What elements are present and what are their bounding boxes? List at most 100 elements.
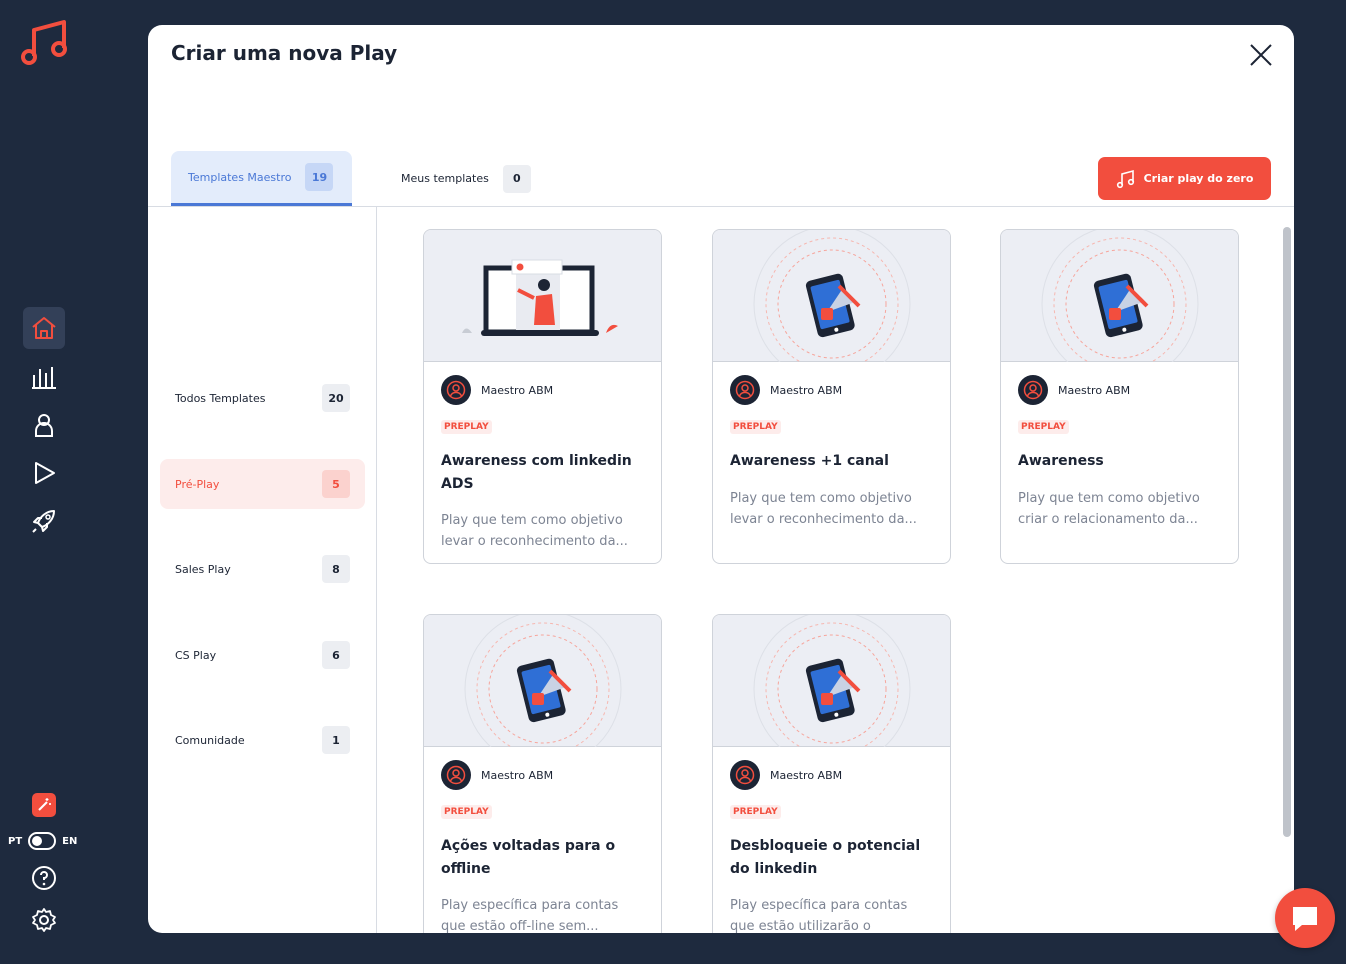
author-name: Maestro ABM	[770, 768, 843, 782]
launch-button[interactable]	[23, 500, 65, 542]
card-author: Maestro ABM	[441, 760, 553, 790]
phone-megaphone-illustration	[753, 615, 911, 747]
author-name: Maestro ABM	[770, 383, 843, 397]
filter-count: 20	[322, 384, 350, 412]
user-avatar-icon	[446, 765, 466, 785]
magic-wand-icon	[38, 798, 51, 811]
card-illustration	[1001, 230, 1238, 362]
card-title: Ações voltadas para o offline	[441, 838, 616, 877]
magic-wand-button[interactable]	[32, 793, 56, 817]
language-switch[interactable]: PT EN	[8, 831, 84, 851]
help-button[interactable]	[23, 857, 65, 899]
gear-icon	[32, 908, 56, 932]
card-title: Desbloqueie o potencial do linkedin	[730, 838, 921, 877]
category-badge: PREPLAY	[441, 805, 492, 819]
card-description: Play específica para contas que estão of…	[441, 898, 619, 933]
user-avatar-icon	[1023, 380, 1043, 400]
avatar	[441, 760, 471, 790]
category-badge: PREPLAY	[730, 420, 781, 434]
card-description: Play que tem como objetivo criar o relac…	[1018, 491, 1200, 527]
avatar	[1018, 375, 1048, 405]
filter-count: 6	[322, 641, 350, 669]
rocket-icon	[32, 510, 55, 533]
author-name: Maestro ABM	[481, 768, 554, 782]
person-icon	[35, 414, 53, 437]
filter-label: Comunidade	[175, 733, 245, 747]
phone-megaphone-illustration	[753, 230, 911, 362]
music-note-icon	[1116, 169, 1134, 188]
filter-label: CS Play	[175, 648, 217, 662]
filter-sales-play[interactable]: Sales Play 8	[160, 544, 365, 594]
card-illustration	[424, 615, 661, 747]
card-author: Maestro ABM	[730, 760, 842, 790]
author-name: Maestro ABM	[481, 383, 554, 397]
card-illustration	[713, 615, 950, 747]
card-description: Play específica para contas que estão ut…	[730, 898, 908, 933]
filter-todos-templates[interactable]: Todos Templates 20	[160, 373, 365, 423]
analytics-button[interactable]	[23, 356, 65, 398]
contacts-button[interactable]	[23, 404, 65, 446]
filter-count: 1	[322, 726, 350, 754]
chat-bubble-icon	[1293, 907, 1317, 931]
filter-count: 8	[322, 555, 350, 583]
play-icon	[35, 462, 55, 484]
category-filter-list: Todos Templates 20 Pré-Play 5 Sales Play…	[148, 207, 377, 933]
create-play-modal: Criar uma nova Play Templates Maestro 19…	[148, 25, 1294, 933]
home-button[interactable]	[23, 307, 65, 349]
filter-count: 5	[322, 470, 350, 498]
tab-templates-maestro[interactable]: Templates Maestro 19	[171, 151, 352, 206]
language-toggle[interactable]	[28, 832, 57, 850]
category-badge: PREPLAY	[441, 420, 492, 434]
filter-label: Todos Templates	[175, 391, 266, 405]
filter-cs-play[interactable]: CS Play 6	[160, 630, 365, 680]
template-card[interactable]: Maestro ABM PREPLAY Awareness Play que t…	[1000, 229, 1239, 564]
tab-label: Meus templates	[401, 172, 489, 185]
template-card[interactable]: Maestro ABM PREPLAY Awareness +1 canal P…	[712, 229, 951, 564]
laptop-illustration	[462, 259, 618, 336]
phone-megaphone-illustration	[1041, 230, 1199, 362]
filter-pre-play[interactable]: Pré-Play 5	[160, 459, 365, 509]
create-play-label: Criar play do zero	[1143, 172, 1254, 185]
template-card[interactable]: Maestro ABM PREPLAY Awareness com linked…	[423, 229, 662, 564]
home-icon	[32, 317, 56, 339]
card-author: Maestro ABM	[1018, 375, 1130, 405]
modal-title: Criar uma nova Play	[171, 41, 398, 65]
author-name: Maestro ABM	[1058, 383, 1131, 397]
bar-chart-icon	[32, 367, 56, 389]
card-description: Play que tem como objetivo levar o recon…	[730, 491, 917, 527]
help-icon	[32, 866, 56, 890]
scrollbar[interactable]	[1283, 227, 1291, 837]
template-card[interactable]: Maestro ABM PREPLAY Desbloqueie o potenc…	[712, 614, 951, 933]
close-icon[interactable]	[1248, 41, 1274, 69]
left-rail: PT EN	[0, 0, 88, 964]
tab-label: Templates Maestro	[188, 170, 292, 184]
avatar	[730, 375, 760, 405]
avatar	[730, 760, 760, 790]
music-logo-icon[interactable]	[20, 16, 70, 68]
filter-label: Sales Play	[175, 562, 231, 576]
lang-en-label: EN	[62, 835, 78, 847]
template-card[interactable]: Maestro ABM PREPLAY Ações voltadas para …	[423, 614, 662, 933]
create-play-from-scratch-button[interactable]: Criar play do zero	[1098, 157, 1271, 200]
tab-meus-templates[interactable]: Meus templates 0	[386, 151, 536, 206]
filter-comunidade[interactable]: Comunidade 1	[160, 715, 365, 765]
avatar	[441, 375, 471, 405]
category-badge: PREPLAY	[730, 805, 781, 819]
tab-count-badge: 0	[502, 164, 531, 193]
card-title: Awareness com linkedin ADS	[441, 453, 632, 492]
lang-pt-label: PT	[8, 835, 23, 847]
user-avatar-icon	[735, 765, 755, 785]
chat-widget-button[interactable]	[1275, 888, 1335, 948]
card-illustration	[713, 230, 950, 362]
filter-label: Pré-Play	[175, 477, 220, 491]
user-avatar-icon	[735, 380, 755, 400]
card-title: Awareness +1 canal	[730, 453, 889, 469]
tab-count-badge: 19	[305, 163, 334, 191]
card-author: Maestro ABM	[441, 375, 553, 405]
phone-megaphone-illustration	[464, 615, 622, 747]
card-title: Awareness	[1018, 453, 1104, 469]
plays-button[interactable]	[23, 452, 65, 494]
card-illustration	[424, 230, 661, 362]
card-description: Play que tem como objetivo levar o recon…	[441, 513, 628, 549]
settings-button[interactable]	[23, 899, 65, 941]
